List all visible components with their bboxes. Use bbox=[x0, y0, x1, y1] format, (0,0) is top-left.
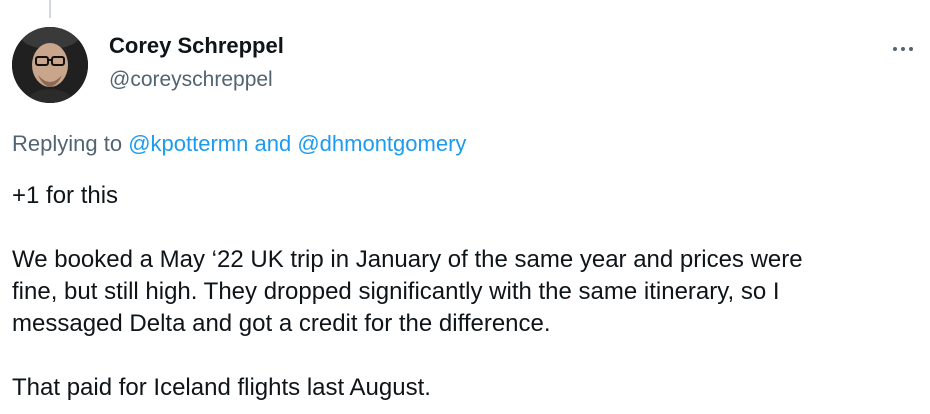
thread-connector-line bbox=[49, 0, 51, 18]
mention-link[interactable]: @dhmontgomery bbox=[297, 131, 466, 156]
tweet-text: +1 for this We booked a May ‘22 UK trip … bbox=[12, 180, 924, 404]
tweet-line: We booked a May ‘22 UK trip in January o… bbox=[12, 246, 803, 273]
tweet-line: That paid for Iceland flights last Augus… bbox=[12, 374, 431, 401]
profile-photo-icon bbox=[12, 27, 88, 103]
author-name[interactable]: Corey Schreppel bbox=[109, 33, 284, 59]
tweet-line: +1 for this bbox=[12, 182, 119, 209]
avatar[interactable] bbox=[12, 27, 88, 103]
dot-icon bbox=[901, 47, 905, 51]
replying-to: Replying to @kpottermn and @dhmontgomery bbox=[12, 131, 466, 157]
mention-link[interactable]: @kpottermn bbox=[128, 131, 248, 156]
more-options-icon[interactable] bbox=[886, 40, 920, 58]
dot-icon bbox=[893, 47, 897, 51]
dot-icon bbox=[909, 47, 913, 51]
tweet-line: messaged Delta and got a credit for the … bbox=[12, 310, 551, 337]
mention-joiner: and bbox=[254, 131, 292, 156]
tweet-line: fine, but still high. They dropped signi… bbox=[12, 278, 780, 305]
replying-to-label: Replying to bbox=[12, 131, 123, 156]
author-handle[interactable]: @coreyschreppel bbox=[109, 68, 273, 92]
